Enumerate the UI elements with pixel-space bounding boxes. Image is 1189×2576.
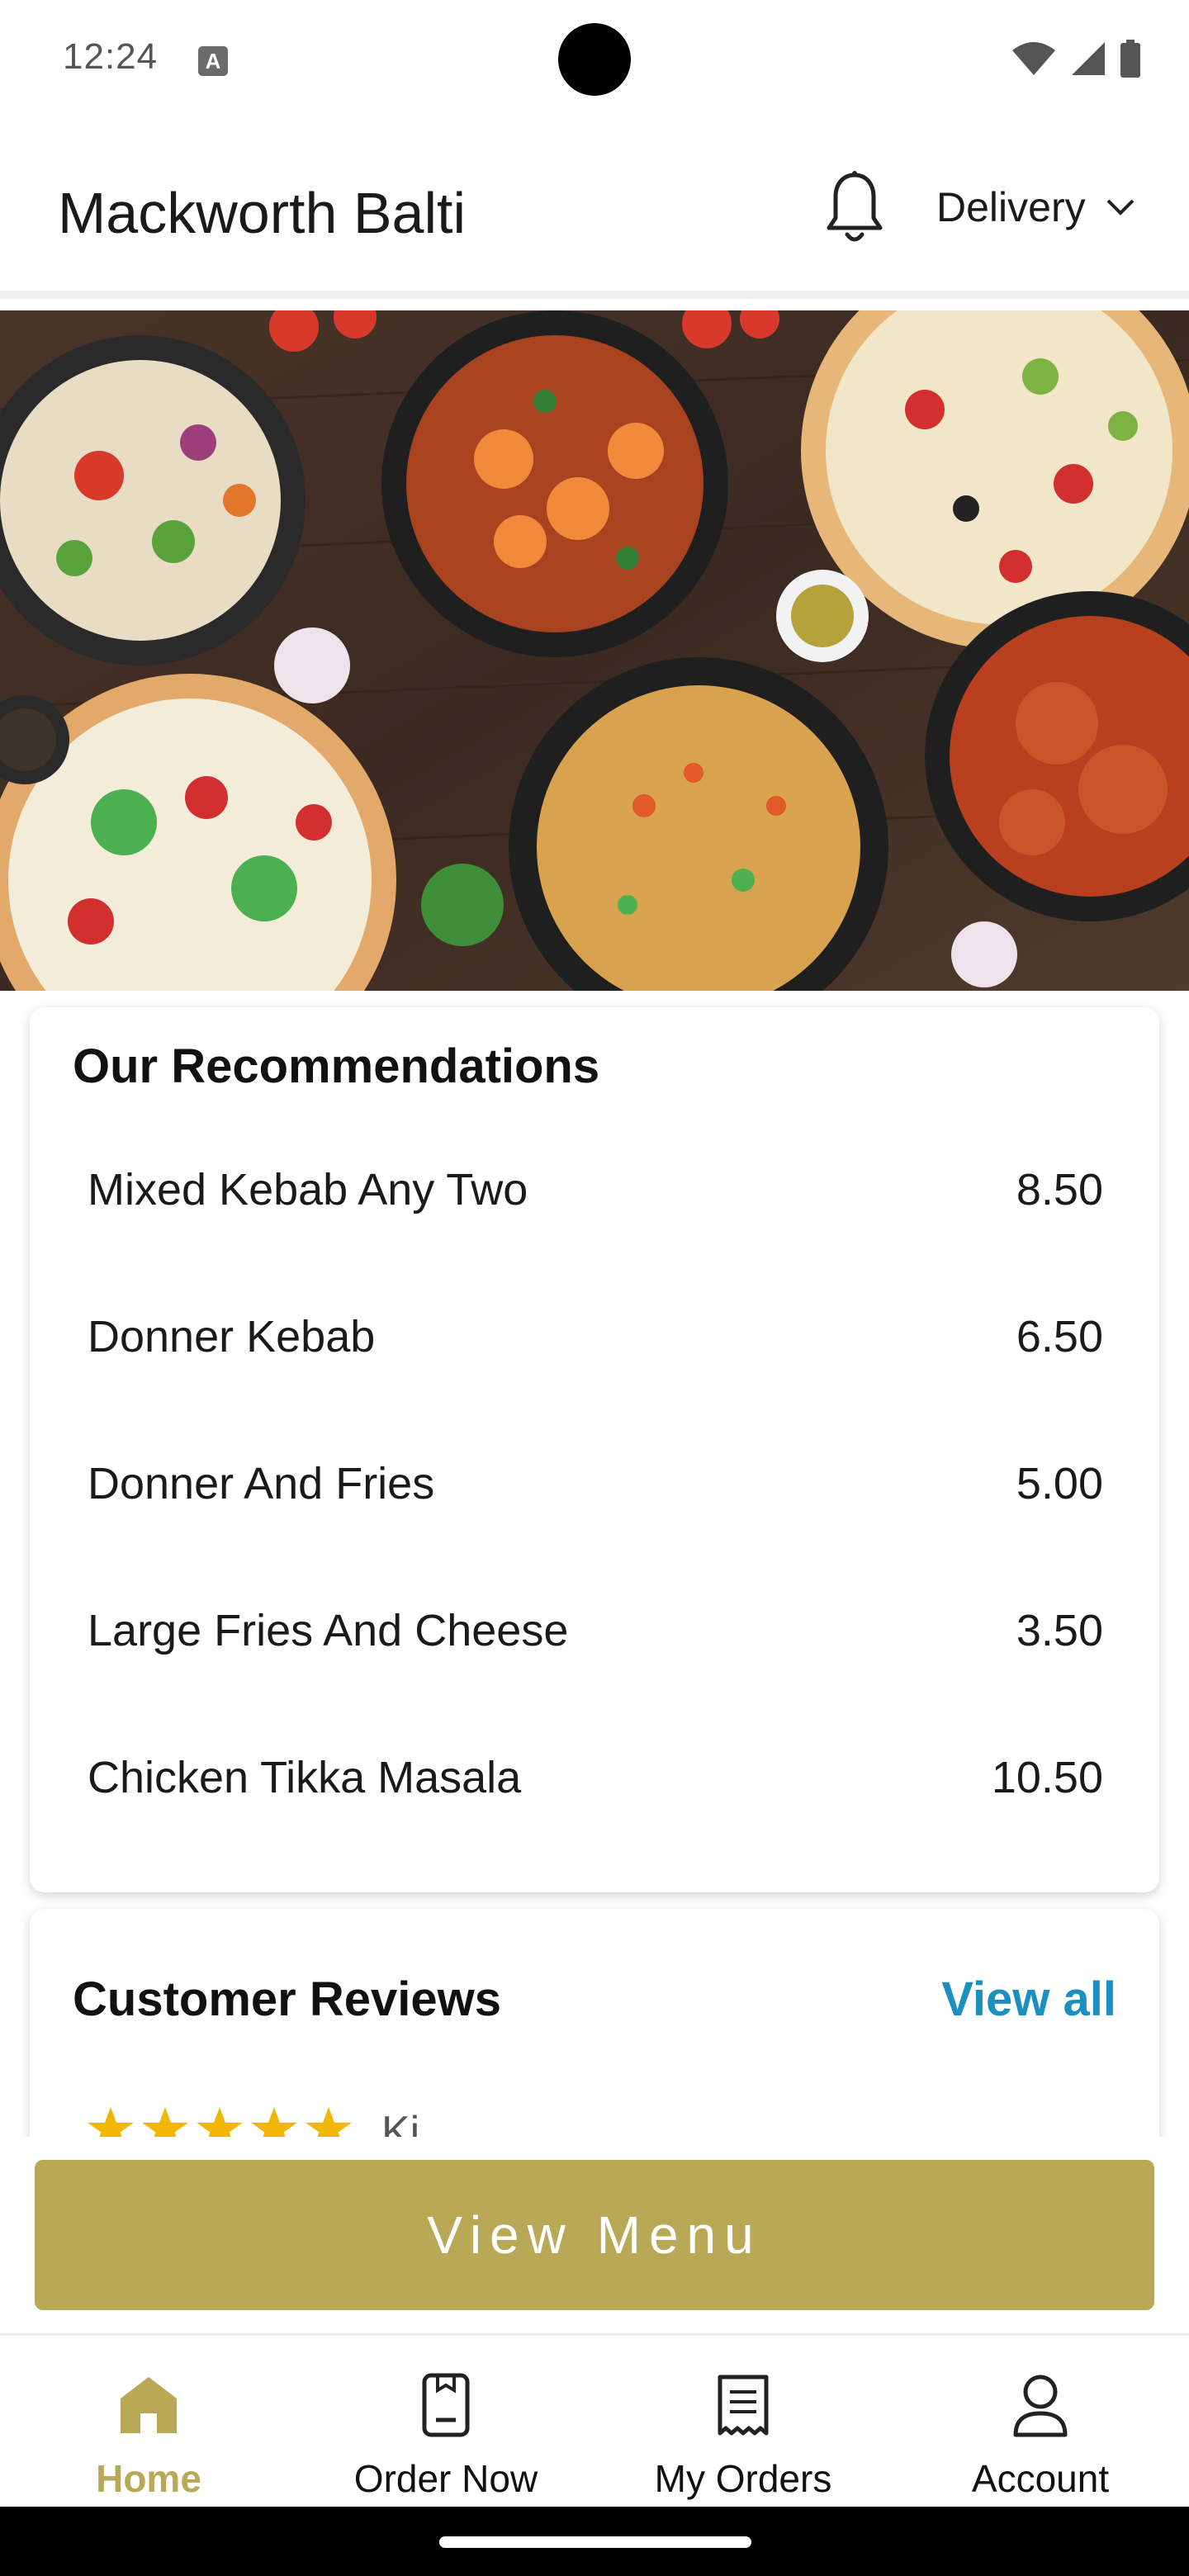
delivery-mode-select[interactable]: Delivery — [936, 183, 1135, 231]
list-item[interactable]: Mixed Kebab Any Two 8.50 — [88, 1164, 1103, 1311]
nav-item-my-orders[interactable]: My Orders — [594, 2336, 892, 2507]
nav-label: Home — [96, 2457, 201, 2500]
item-price: 8.50 — [1016, 1165, 1103, 1215]
camera-cutout — [558, 23, 631, 96]
recommendations-card: Our Recommendations Mixed Kebab Any Two … — [30, 1007, 1159, 1892]
list-item[interactable]: Donner And Fries 5.00 — [88, 1458, 1103, 1605]
restaurant-title: Mackworth Balti — [58, 181, 467, 245]
list-item[interactable]: Large Fries And Cheese 3.50 — [88, 1605, 1103, 1752]
item-name: Large Fries And Cheese — [88, 1606, 569, 1655]
item-price: 10.50 — [991, 1753, 1103, 1802]
item-name: Chicken Tikka Masala — [88, 1753, 522, 1802]
nav-label: Account — [971, 2457, 1110, 2500]
status-icons — [1011, 40, 1141, 78]
delivery-mode-label: Delivery — [936, 184, 1086, 230]
a-box-icon: A — [198, 46, 228, 76]
item-price: 5.00 — [1016, 1459, 1103, 1508]
view-menu-button[interactable]: View Menu — [35, 2160, 1154, 2310]
reviews-title: Customer Reviews — [73, 1972, 501, 2026]
item-price: 3.50 — [1016, 1606, 1103, 1655]
status-bar: 12:24 A — [0, 0, 1189, 124]
item-price: 6.50 — [1016, 1312, 1103, 1361]
home-icon — [121, 2377, 177, 2433]
nav-item-home[interactable]: Home — [0, 2336, 297, 2507]
item-name: Mixed Kebab Any Two — [88, 1165, 528, 1215]
view-menu-area: View Menu — [0, 2137, 1189, 2335]
view-all-reviews-link[interactable]: View all — [941, 1972, 1116, 2027]
list-item[interactable]: Donner Kebab 6.50 — [88, 1311, 1103, 1458]
nav-item-order-now[interactable]: Order Now — [297, 2336, 594, 2507]
wifi-icon — [1012, 42, 1055, 75]
list-item[interactable]: Chicken Tikka Masala 10.50 — [88, 1752, 1103, 1899]
receipt-icon — [718, 2375, 769, 2436]
app-header: Mackworth Balti Delivery — [0, 124, 1189, 299]
battery-icon — [1120, 40, 1140, 78]
nav-item-account[interactable]: Account — [892, 2336, 1189, 2507]
order-icon — [422, 2373, 470, 2437]
nav-label: Order Now — [353, 2457, 538, 2500]
customer-reviews-card: Customer Reviews View all Ki — [30, 1909, 1159, 2157]
recommendations-list: Mixed Kebab Any Two 8.50 Donner Kebab 6.… — [88, 1164, 1103, 1899]
chevron-down-icon — [1106, 199, 1135, 215]
item-name: Donner And Fries — [88, 1459, 435, 1508]
recommendations-title: Our Recommendations — [73, 1039, 600, 1093]
bell-icon[interactable] — [824, 170, 885, 249]
home-gesture-pill[interactable] — [439, 2536, 751, 2548]
item-name: Donner Kebab — [88, 1312, 376, 1361]
signal-icon — [1072, 42, 1105, 75]
hero-food-image — [0, 310, 1189, 991]
bottom-nav: Home Order Now My Orders Account — [0, 2333, 1189, 2507]
system-nav-bar — [0, 2507, 1189, 2576]
status-time: 12:24 — [63, 36, 159, 77]
person-icon — [1013, 2375, 1068, 2437]
screen: 12:24 A Mackworth Balti Delivery Our Rec… — [0, 0, 1189, 2576]
nav-label: My Orders — [654, 2457, 832, 2500]
